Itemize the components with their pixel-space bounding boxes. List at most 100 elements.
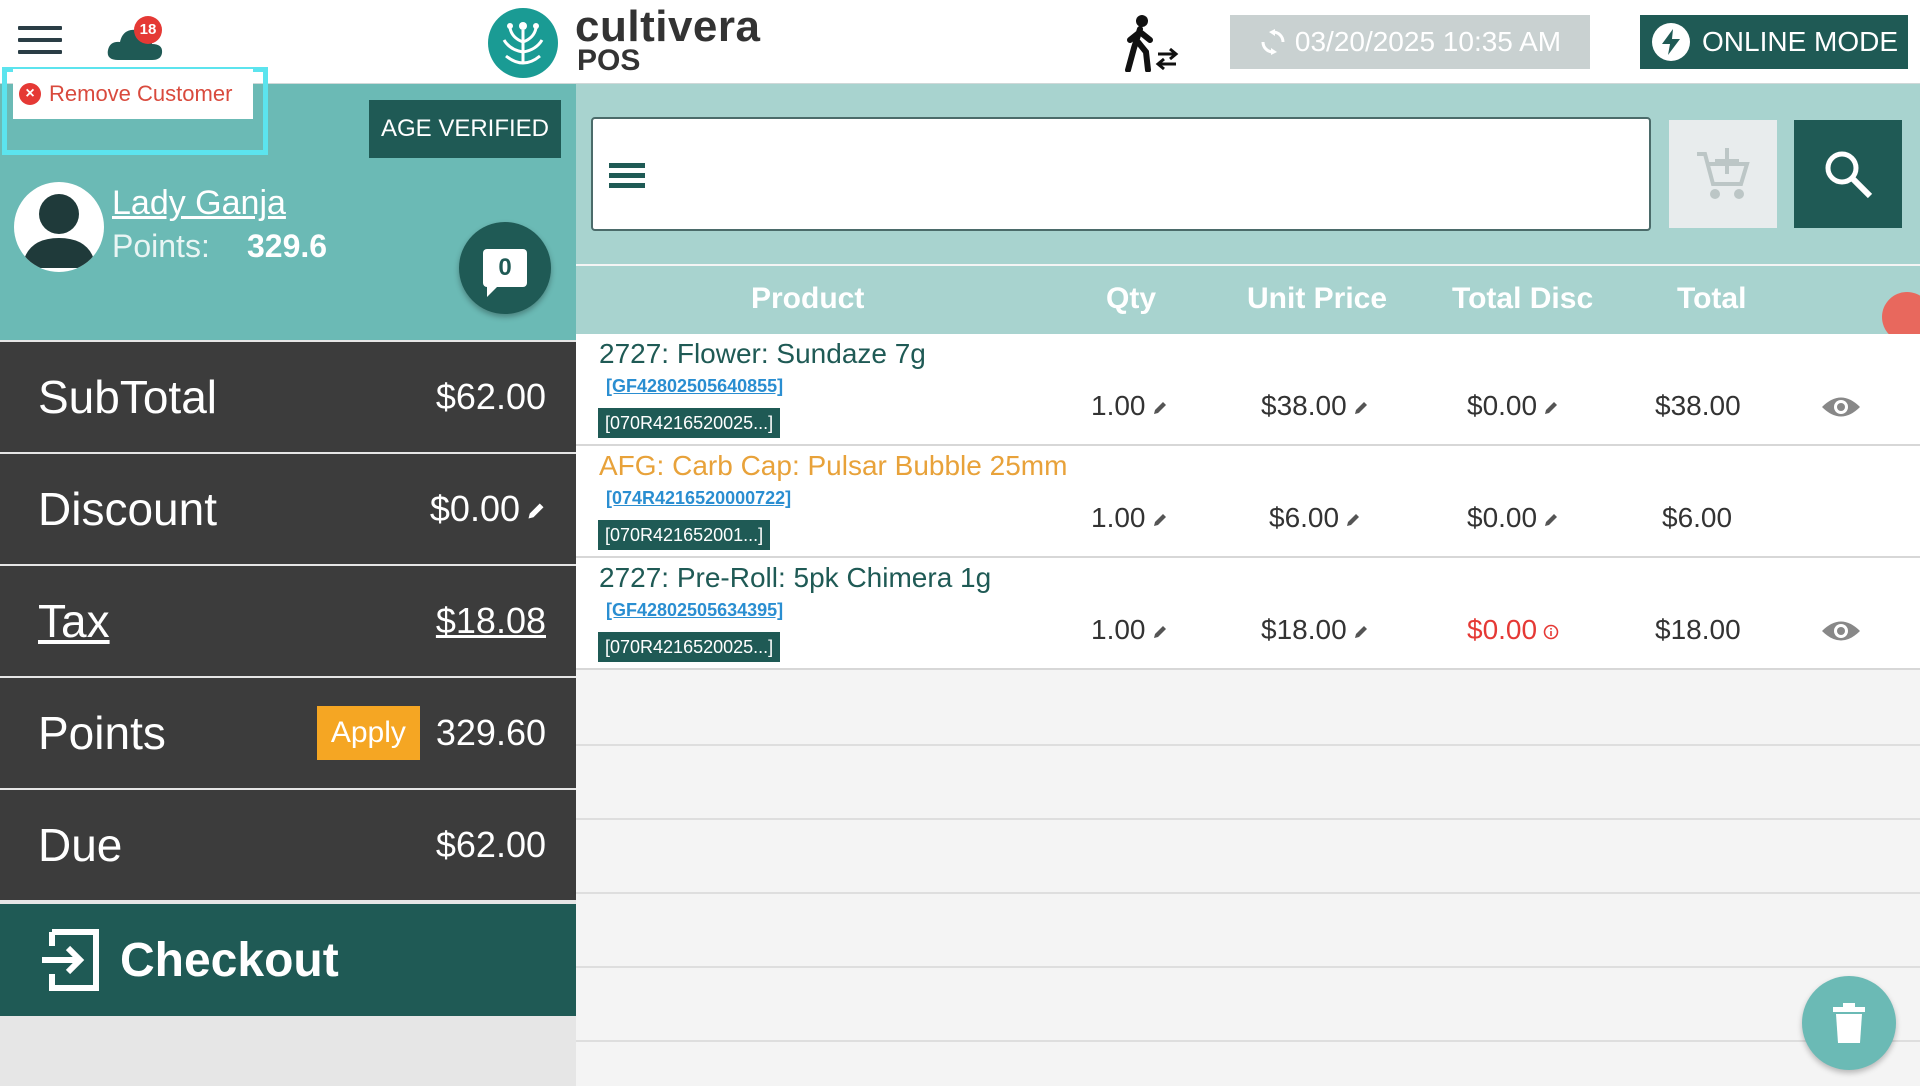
qty-value: 1.00 (1091, 614, 1146, 645)
subtotal-row: SubTotal $62.00 (0, 342, 576, 452)
edit-icon[interactable] (1543, 400, 1559, 416)
header-total-disc: Total Disc (1452, 282, 1594, 315)
tax-row[interactable]: Tax $18.08 (0, 566, 576, 676)
table-row[interactable]: AFG: Carb Cap: Pulsar Bubble 25mm [074R4… (576, 446, 1920, 558)
product-tag: [070R421652001...] (598, 520, 771, 550)
points-row: Points Apply 329.60 (0, 678, 576, 788)
qty-cell[interactable]: 1.00 (1091, 390, 1168, 422)
tax-label[interactable]: Tax (38, 594, 110, 648)
cart-add-icon (1697, 148, 1750, 199)
main-area: Product Qty Unit Price Total Disc Total … (576, 84, 1920, 1086)
header-qty: Qty (1106, 282, 1157, 315)
product-sku[interactable]: [GF42802505640855] (606, 376, 783, 397)
qty-value: 1.00 (1091, 390, 1146, 421)
notification-badge: 18 (134, 16, 162, 44)
customer-points-label: Points: (112, 228, 210, 264)
avatar (14, 182, 104, 272)
qty-cell[interactable]: 1.00 (1091, 502, 1168, 534)
online-mode-label: ONLINE MODE (1702, 26, 1899, 57)
customer-notes-button[interactable]: 0 (459, 222, 551, 314)
divider (576, 966, 1920, 968)
header-product: Product (751, 282, 865, 315)
unit-price-value: $38.00 (1261, 390, 1347, 421)
divider (576, 818, 1920, 820)
subtotal-value: $62.00 (435, 376, 546, 417)
discount-value: $0.00 (429, 488, 520, 529)
edit-icon[interactable] (1353, 400, 1369, 416)
total-disc-value: $0.00 (1467, 390, 1538, 421)
total-disc-cell[interactable]: $0.00 (1467, 614, 1559, 646)
discount-label: Discount (38, 483, 217, 535)
edit-icon[interactable] (1353, 624, 1369, 640)
left-panel: AGE VERIFIED Lady Ganja Points: 329.6 0 … (0, 67, 576, 1086)
menu-icon[interactable] (18, 26, 62, 58)
discount-value-wrap[interactable]: $0.00 (430, 488, 546, 530)
unit-price-cell[interactable]: $38.00 (1261, 390, 1369, 422)
product-sku[interactable]: [074R4216520000722] (606, 488, 791, 509)
unit-price-cell[interactable]: $6.00 (1269, 502, 1361, 534)
header-total: Total (1677, 282, 1747, 315)
remove-customer-highlight: × Remove Customer (2, 67, 268, 155)
datetime-display: 03/20/2025 10:35 AM (1230, 15, 1590, 69)
eye-icon[interactable] (1820, 392, 1862, 422)
unit-price-value: $18.00 (1261, 614, 1347, 645)
checkout-button[interactable]: Checkout (0, 904, 576, 1016)
total-disc-value: $0.00 (1467, 614, 1538, 645)
discount-row[interactable]: Discount $0.00 (0, 454, 576, 564)
divider (576, 744, 1920, 746)
online-mode-button[interactable]: ONLINE MODE (1640, 15, 1908, 69)
notes-count: 0 (483, 249, 527, 297)
customer-name[interactable]: Lady Ganja (112, 184, 286, 223)
search-menu-icon[interactable] (609, 163, 645, 193)
points-label: Points (38, 707, 166, 759)
table-header: Product Qty Unit Price Total Disc Total (576, 266, 1920, 334)
checkout-label: Checkout (120, 933, 339, 987)
product-search-input[interactable] (591, 117, 1651, 231)
table-row[interactable]: 2727: Flower: Sundaze 7g [GF428025056408… (576, 334, 1920, 446)
eye-icon[interactable] (1820, 616, 1862, 646)
points-value: 329.60 (435, 712, 546, 753)
due-value: $62.00 (435, 824, 546, 865)
product-tag: [070R4216520025...] (598, 408, 781, 438)
unit-price-cell[interactable]: $18.00 (1261, 614, 1369, 646)
product-name[interactable]: AFG: Carb Cap: Pulsar Bubble 25mm (599, 450, 1067, 482)
table-row[interactable]: 2727: Pre-Roll: 5pk Chimera 1g [GF428025… (576, 558, 1920, 670)
due-row: Due $62.00 (0, 790, 576, 900)
total-value: $18.00 (1655, 614, 1741, 645)
divider (576, 1040, 1920, 1042)
top-bar: 18 cultivera POS 03/20/2025 10:35 AM ONL… (0, 0, 1920, 84)
unit-price-value: $6.00 (1269, 502, 1340, 533)
total-value: $6.00 (1662, 502, 1733, 533)
total-disc-cell[interactable]: $0.00 (1467, 390, 1559, 422)
info-icon[interactable] (1543, 624, 1559, 640)
product-name[interactable]: 2727: Flower: Sundaze 7g (599, 338, 926, 370)
clear-cart-button[interactable] (1802, 976, 1896, 1070)
age-verified-badge[interactable]: AGE VERIFIED (369, 100, 561, 158)
apply-points-button[interactable]: Apply (316, 706, 420, 760)
logo-subtitle: POS (577, 44, 641, 77)
edit-icon[interactable] (1152, 400, 1168, 416)
add-to-cart-button[interactable] (1669, 120, 1777, 228)
qty-cell[interactable]: 1.00 (1091, 614, 1168, 646)
edit-icon[interactable] (1152, 624, 1168, 640)
trash-icon (1833, 1003, 1865, 1043)
edit-icon[interactable] (1543, 512, 1559, 528)
edit-icon[interactable] (1345, 512, 1361, 528)
qty-value: 1.00 (1091, 502, 1146, 533)
search-area (576, 84, 1920, 264)
total-disc-cell[interactable]: $0.00 (1467, 502, 1559, 534)
sync-icon (1261, 29, 1285, 55)
remove-customer-button[interactable]: × Remove Customer (13, 69, 253, 119)
edit-icon[interactable] (1152, 512, 1168, 528)
product-sku[interactable]: [GF42802505634395] (606, 600, 783, 621)
walk-in-customer-icon[interactable] (1124, 14, 1180, 72)
checkout-icon (42, 929, 99, 991)
product-name[interactable]: 2727: Pre-Roll: 5pk Chimera 1g (599, 562, 991, 594)
datetime-text: 03/20/2025 10:35 AM (1294, 26, 1562, 57)
product-tag: [070R4216520025...] (598, 632, 781, 662)
close-icon: × (19, 83, 41, 105)
remove-customer-label: Remove Customer (49, 81, 233, 106)
edit-icon[interactable] (526, 501, 546, 521)
search-button[interactable] (1794, 120, 1902, 228)
tax-value[interactable]: $18.08 (436, 600, 546, 642)
